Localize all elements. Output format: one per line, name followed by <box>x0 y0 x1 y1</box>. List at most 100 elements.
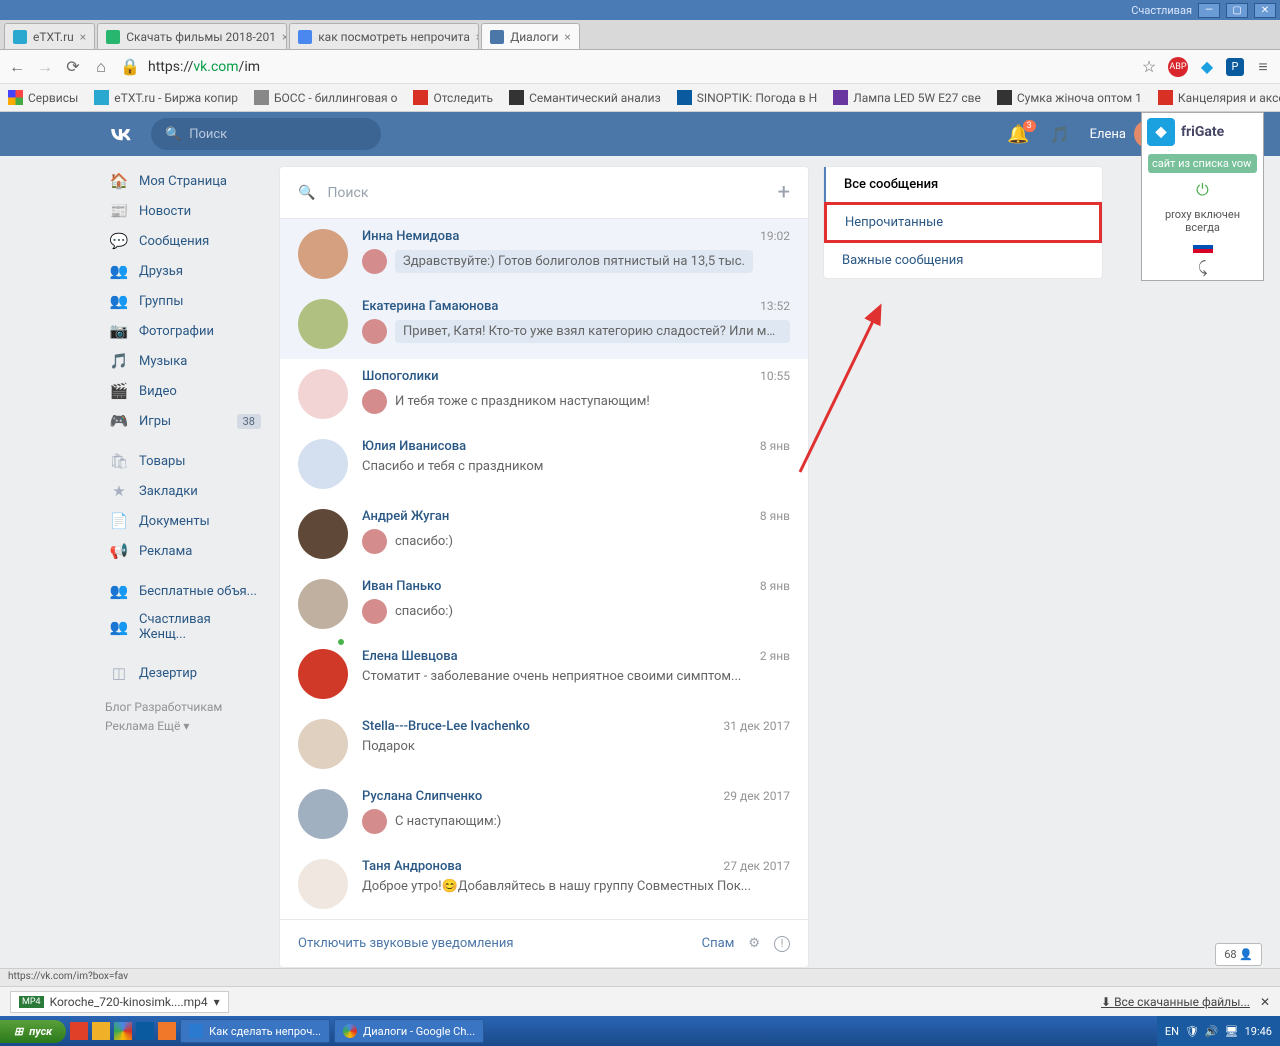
window-minimize-button[interactable]: — <box>1198 3 1220 18</box>
show-all-downloads[interactable]: ⬇ Все скачанные файлы... <box>1101 995 1250 1009</box>
tray-icon[interactable]: 🖥 <box>1225 1025 1239 1038</box>
close-tab-icon[interactable]: × <box>80 30 86 44</box>
frigate-widget[interactable]: ◆friGate сайт из списка vow ⏻ proxy вклю… <box>1141 112 1264 281</box>
dialog-item[interactable]: Таня Андронова27 дек 2017Доброе утро!😊До… <box>280 849 808 919</box>
notifications-button[interactable]: 🔔3 <box>1007 124 1029 145</box>
spam-link[interactable]: Спам <box>702 936 735 951</box>
apps-button[interactable]: Сервисы <box>8 90 78 105</box>
dialog-item[interactable]: Руслана Слипченко29 дек 2017С наступающи… <box>280 779 808 849</box>
sidebar-item[interactable]: 🎵Музыка <box>105 346 265 376</box>
start-button[interactable]: ⊞ пуск <box>0 1020 66 1043</box>
dialog-item[interactable]: Инна Немидова19:02Здравствуйте:) Готов б… <box>280 219 808 289</box>
back-button[interactable]: ← <box>8 57 26 77</box>
bookmark-item[interactable]: БОСС - биллинговая о <box>254 90 397 105</box>
browser-tab[interactable]: как посмотреть непрочита× <box>289 23 479 49</box>
sidebar-item[interactable]: ◫Дезертир <box>105 658 265 688</box>
tray-icon[interactable]: 🛡 <box>1185 1025 1199 1038</box>
bookmark-item[interactable]: Сумка жіноча оптом 1 <box>997 90 1142 105</box>
bookmark-item[interactable]: Лампа LED 5W E27 све <box>833 90 981 105</box>
sidebar-item[interactable]: ★Закладки <box>105 476 265 506</box>
dialog-item[interactable]: Екатерина Гамаюнова13:52Привет, Катя! Кт… <box>280 289 808 359</box>
window-close-button[interactable]: ✕ <box>1254 3 1276 18</box>
bookmark-item[interactable]: eTXT.ru - Биржа копир <box>94 90 238 105</box>
bookmark-item[interactable]: Семантический анализ <box>509 90 661 105</box>
bookmark-item[interactable]: SINOPTIK: Погода в Н <box>677 90 818 105</box>
disable-sound-link[interactable]: Отключить звуковые уведомления <box>298 936 513 951</box>
sidebar-item[interactable]: 📢Реклама <box>105 536 265 566</box>
dialogs-search[interactable]: 🔍 Поиск + <box>280 167 808 219</box>
sidebar-item[interactable]: 👥Группы <box>105 286 265 316</box>
dialog-item[interactable]: Stella---Bruce-Lee Ivachenko31 дек 2017П… <box>280 709 808 779</box>
bookmark-star-icon[interactable]: ☆ <box>1140 57 1158 76</box>
frigate-arrow-icon[interactable]: ⤹ <box>1142 256 1263 280</box>
vk-search-input[interactable]: 🔍 Поиск <box>151 118 381 150</box>
dialog-item[interactable]: Елена Шевцова2 янвСтоматит - заболевание… <box>280 639 808 709</box>
sidebar-item[interactable]: 🏠Моя Страница <box>105 166 265 196</box>
download-file[interactable]: MP4 Koroche_720-kinosimk....mp4 ▾ <box>10 991 229 1013</box>
sidebar-item[interactable]: 👥Счастливая Женщ... <box>105 606 265 648</box>
sidebar-item[interactable]: 👥Бесплатные объя... <box>105 576 265 606</box>
dialog-item[interactable]: Андрей Жуган8 янвспасибо:) <box>280 499 808 569</box>
avatar <box>298 789 348 839</box>
tray-icon[interactable]: 🔊 <box>1205 1025 1219 1038</box>
quicklaunch-icon[interactable] <box>92 1022 110 1040</box>
sidebar-item[interactable]: 📰Новости <box>105 196 265 226</box>
bookmark-item[interactable]: Канцелярия и аксессу <box>1158 90 1280 105</box>
sidebar-item[interactable]: 🎮Игры38 <box>105 406 265 436</box>
browser-tabstrip: eTXT.ru×Скачать фильмы 2018-201×как посм… <box>0 20 1280 50</box>
clock[interactable]: 19:46 <box>1245 1025 1272 1038</box>
filter-unread[interactable]: Непрочитанные <box>824 202 1102 243</box>
dialog-name: Иван Панько <box>362 579 441 594</box>
sidebar-item[interactable]: 📷Фотографии <box>105 316 265 346</box>
gear-icon[interactable]: ⚙ <box>748 936 760 951</box>
dialog-preview: Стоматит - заболевание очень неприятное … <box>362 669 741 684</box>
sidebar-item[interactable]: 👥Друзья <box>105 256 265 286</box>
nav-icon: 👥 <box>109 618 129 636</box>
system-tray[interactable]: EN 🛡 🔊 🖥 19:46 <box>1157 1016 1280 1046</box>
dialog-name: Руслана Слипченко <box>362 789 482 804</box>
filter-important[interactable]: Важные сообщения <box>824 243 1102 278</box>
sidebar-item[interactable]: 💬Сообщения <box>105 226 265 256</box>
power-icon[interactable]: ⏻ <box>1196 180 1209 199</box>
reload-button[interactable]: ⟳ <box>64 57 82 76</box>
close-tab-icon[interactable]: × <box>564 30 570 44</box>
quicklaunch-icon[interactable] <box>158 1022 176 1040</box>
browser-tab[interactable]: eTXT.ru× <box>4 23 95 49</box>
close-downloads-button[interactable]: ✕ <box>1260 995 1270 1009</box>
vk-logo-icon[interactable] <box>105 119 135 149</box>
quicklaunch-chrome-icon[interactable] <box>114 1022 132 1040</box>
dialogs-footer: Отключить звуковые уведомления Спам ⚙ ! <box>280 919 808 967</box>
quicklaunch-icon[interactable] <box>70 1022 88 1040</box>
flag-icon <box>1193 241 1213 253</box>
filter-all[interactable]: Все сообщения <box>824 167 1102 202</box>
address-bar[interactable]: https://vk.com/im <box>148 59 1130 75</box>
browser-tab[interactable]: Диалоги× <box>481 23 580 49</box>
dialog-item[interactable]: Иван Панько8 янвспасибо:) <box>280 569 808 639</box>
sidebar-item[interactable]: 🛍Товары <box>105 446 265 476</box>
language-indicator[interactable]: EN <box>1165 1025 1179 1038</box>
quicklaunch-icon[interactable] <box>136 1022 154 1040</box>
home-button[interactable]: ⌂ <box>92 57 110 77</box>
music-icon[interactable]: 🎵 <box>1050 125 1070 144</box>
abp-icon[interactable]: ABP <box>1168 57 1188 77</box>
taskbar-item[interactable]: Диалоги - Google Ch... <box>334 1019 484 1043</box>
dialog-item[interactable]: Шопоголики10:55И тебя тоже с праздником … <box>280 359 808 429</box>
sidebar-item[interactable]: 📄Документы <box>105 506 265 536</box>
bookmark-item[interactable]: Отследить <box>413 90 493 105</box>
ext-icon[interactable]: P <box>1226 58 1244 76</box>
taskbar-item[interactable]: Как сделать непроч... <box>180 1019 330 1043</box>
sidebar-item[interactable]: 🎬Видео <box>105 376 265 406</box>
dialog-item[interactable]: Юлия Иванисова8 янвСпасибо и тебя с праз… <box>280 429 808 499</box>
online-count-popup[interactable]: 68 👤 <box>1215 943 1262 966</box>
info-icon[interactable]: ! <box>774 936 790 952</box>
browser-tab[interactable]: Скачать фильмы 2018-201× <box>97 23 287 49</box>
menu-icon[interactable]: ≡ <box>1254 57 1272 77</box>
window-maximize-button[interactable]: ▢ <box>1226 3 1248 18</box>
frigate-site-button[interactable]: сайт из списка vow <box>1148 154 1257 173</box>
new-message-button[interactable]: + <box>778 180 790 205</box>
frigate-ext-icon[interactable]: ◆ <box>1198 57 1216 76</box>
forward-button[interactable]: → <box>36 57 54 77</box>
chevron-down-icon[interactable]: ▾ <box>214 995 220 1009</box>
close-tab-icon[interactable]: × <box>476 30 479 44</box>
close-tab-icon[interactable]: × <box>282 30 287 44</box>
